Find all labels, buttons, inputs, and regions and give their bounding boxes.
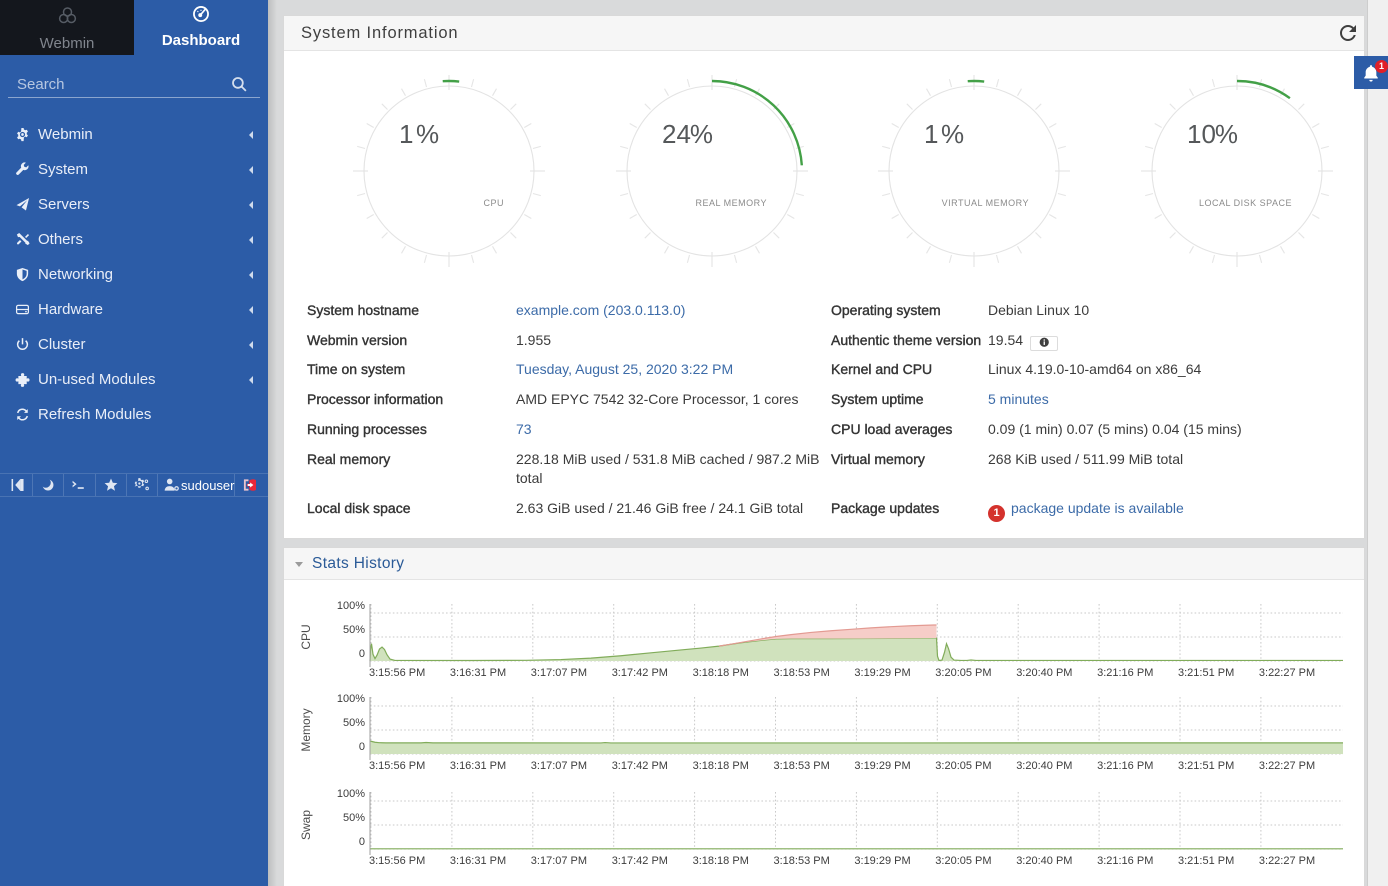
svg-text:3:21:16 PM: 3:21:16 PM [1097, 760, 1153, 772]
svg-text:0: 0 [359, 836, 365, 848]
svg-text:3:20:40 PM: 3:20:40 PM [1016, 760, 1072, 772]
svg-text:0: 0 [359, 741, 365, 753]
svg-text:3:21:16 PM: 3:21:16 PM [1097, 855, 1153, 867]
svg-text:3:20:05 PM: 3:20:05 PM [935, 760, 991, 772]
svg-text:3:17:07 PM: 3:17:07 PM [531, 855, 587, 867]
svg-text:3:19:29 PM: 3:19:29 PM [854, 667, 910, 679]
svg-text:3:20:05 PM: 3:20:05 PM [935, 855, 991, 867]
svg-text:1%: 1% [924, 119, 964, 149]
svg-text:1%: 1% [399, 119, 439, 149]
svg-text:3:18:53 PM: 3:18:53 PM [774, 760, 830, 772]
svg-text:3:17:42 PM: 3:17:42 PM [612, 760, 668, 772]
svg-text:CPU: CPU [299, 624, 313, 649]
svg-text:3:15:56 PM: 3:15:56 PM [369, 855, 425, 867]
svg-text:3:21:51 PM: 3:21:51 PM [1178, 855, 1234, 867]
svg-text:3:22:27 PM: 3:22:27 PM [1259, 760, 1315, 772]
svg-text:3:16:31 PM: 3:16:31 PM [450, 760, 506, 772]
svg-text:3:19:29 PM: 3:19:29 PM [854, 855, 910, 867]
svg-text:Swap: Swap [299, 810, 313, 840]
svg-text:50%: 50% [343, 624, 365, 636]
svg-text:100%: 100% [337, 693, 365, 705]
svg-text:3:15:56 PM: 3:15:56 PM [369, 667, 425, 679]
svg-text:3:22:27 PM: 3:22:27 PM [1259, 855, 1315, 867]
svg-text:3:18:53 PM: 3:18:53 PM [774, 855, 830, 867]
svg-text:3:17:42 PM: 3:17:42 PM [612, 667, 668, 679]
svg-text:3:18:18 PM: 3:18:18 PM [693, 667, 749, 679]
svg-text:50%: 50% [343, 812, 365, 824]
svg-text:VIRTUAL MEMORY: VIRTUAL MEMORY [942, 198, 1029, 208]
svg-text:3:21:51 PM: 3:21:51 PM [1178, 760, 1234, 772]
svg-text:3:18:18 PM: 3:18:18 PM [693, 760, 749, 772]
svg-text:10%: 10% [1187, 119, 1238, 149]
svg-text:3:19:29 PM: 3:19:29 PM [854, 760, 910, 772]
svg-text:3:17:42 PM: 3:17:42 PM [612, 855, 668, 867]
svg-text:3:20:05 PM: 3:20:05 PM [935, 667, 991, 679]
svg-text:CPU: CPU [483, 198, 504, 208]
svg-text:100%: 100% [337, 788, 365, 800]
svg-text:Memory: Memory [299, 708, 313, 751]
svg-text:24%: 24% [662, 119, 713, 149]
svg-text:3:21:51 PM: 3:21:51 PM [1178, 667, 1234, 679]
svg-text:3:20:40 PM: 3:20:40 PM [1016, 667, 1072, 679]
svg-text:3:22:27 PM: 3:22:27 PM [1259, 667, 1315, 679]
svg-text:3:16:31 PM: 3:16:31 PM [450, 855, 506, 867]
svg-text:3:18:53 PM: 3:18:53 PM [774, 667, 830, 679]
svg-text:3:17:07 PM: 3:17:07 PM [531, 760, 587, 772]
svg-text:3:18:18 PM: 3:18:18 PM [693, 855, 749, 867]
svg-text:3:20:40 PM: 3:20:40 PM [1016, 855, 1072, 867]
svg-text:REAL MEMORY: REAL MEMORY [695, 198, 767, 208]
svg-text:3:16:31 PM: 3:16:31 PM [450, 667, 506, 679]
svg-text:3:21:16 PM: 3:21:16 PM [1097, 667, 1153, 679]
svg-text:100%: 100% [337, 600, 365, 612]
svg-text:LOCAL DISK SPACE: LOCAL DISK SPACE [1198, 198, 1291, 208]
svg-text:50%: 50% [343, 717, 365, 729]
svg-text:3:17:07 PM: 3:17:07 PM [531, 667, 587, 679]
svg-text:0: 0 [359, 648, 365, 660]
svg-text:3:15:56 PM: 3:15:56 PM [369, 760, 425, 772]
